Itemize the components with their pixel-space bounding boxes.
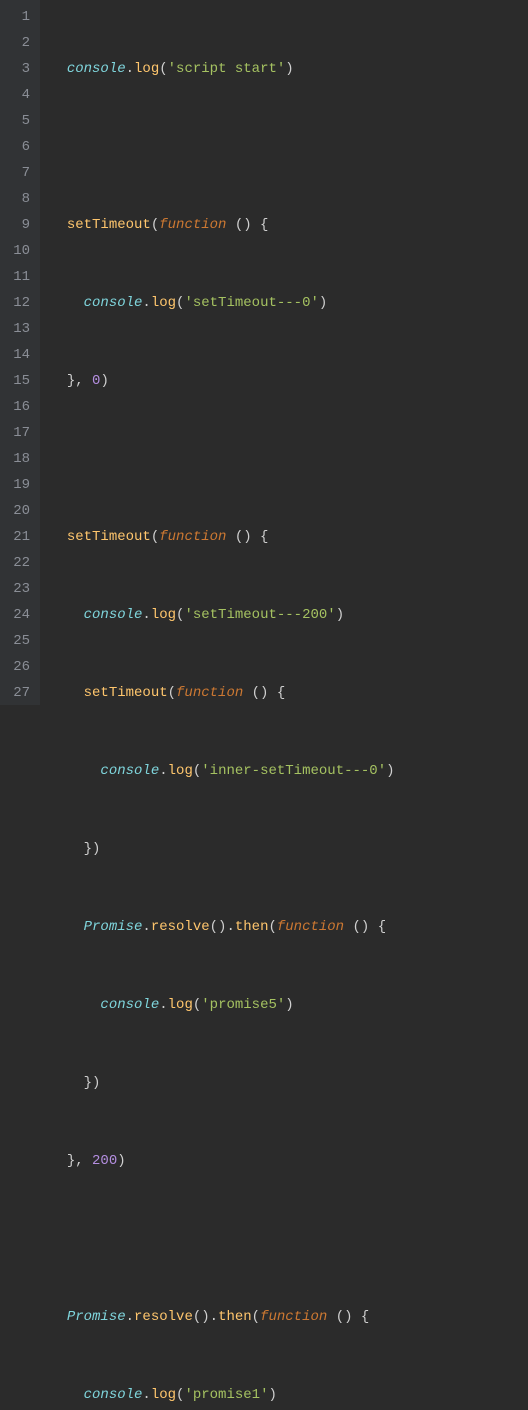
line-number: 24 bbox=[6, 602, 30, 628]
line-number-gutter: 1 2 3 4 5 6 7 8 9 10 11 12 13 14 15 16 1… bbox=[0, 0, 40, 705]
line-number: 4 bbox=[6, 82, 30, 108]
code-line[interactable]: }, 200) bbox=[50, 1148, 395, 1174]
line-number: 23 bbox=[6, 576, 30, 602]
code-line[interactable]: console.log('promise5') bbox=[50, 992, 395, 1018]
code-line[interactable]: Promise.resolve().then(function () { bbox=[50, 914, 395, 940]
line-number: 20 bbox=[6, 498, 30, 524]
line-number: 16 bbox=[6, 394, 30, 420]
line-number: 3 bbox=[6, 56, 30, 82]
code-line[interactable]: setTimeout(function () { bbox=[50, 680, 395, 706]
code-line[interactable]: console.log('setTimeout---200') bbox=[50, 602, 395, 628]
code-line[interactable]: console.log('promise1') bbox=[50, 1382, 395, 1408]
code-line[interactable]: }) bbox=[50, 836, 395, 862]
line-number: 17 bbox=[6, 420, 30, 446]
line-number: 13 bbox=[6, 316, 30, 342]
line-number: 7 bbox=[6, 160, 30, 186]
code-area[interactable]: console.log('script start') setTimeout(f… bbox=[40, 0, 395, 705]
line-number: 22 bbox=[6, 550, 30, 576]
line-number: 25 bbox=[6, 628, 30, 654]
code-line[interactable]: }, 0) bbox=[50, 368, 395, 394]
line-number: 6 bbox=[6, 134, 30, 160]
line-number: 21 bbox=[6, 524, 30, 550]
line-number: 2 bbox=[6, 30, 30, 56]
code-editor[interactable]: 1 2 3 4 5 6 7 8 9 10 11 12 13 14 15 16 1… bbox=[0, 0, 528, 705]
code-line[interactable] bbox=[50, 1226, 395, 1252]
code-line[interactable]: console.log('inner-setTimeout---0') bbox=[50, 758, 395, 784]
code-line[interactable] bbox=[50, 134, 395, 160]
line-number: 11 bbox=[6, 264, 30, 290]
line-number: 1 bbox=[6, 4, 30, 30]
line-number: 12 bbox=[6, 290, 30, 316]
code-line[interactable]: setTimeout(function () { bbox=[50, 212, 395, 238]
code-line[interactable]: console.log('script start') bbox=[50, 56, 395, 82]
line-number: 5 bbox=[6, 108, 30, 134]
line-number: 19 bbox=[6, 472, 30, 498]
code-line[interactable]: }) bbox=[50, 1070, 395, 1096]
line-number: 9 bbox=[6, 212, 30, 238]
code-line[interactable] bbox=[50, 446, 395, 472]
code-line[interactable]: console.log('setTimeout---0') bbox=[50, 290, 395, 316]
line-number: 10 bbox=[6, 238, 30, 264]
code-line[interactable]: setTimeout(function () { bbox=[50, 524, 395, 550]
line-number: 18 bbox=[6, 446, 30, 472]
line-number: 14 bbox=[6, 342, 30, 368]
line-number: 27 bbox=[6, 680, 30, 706]
line-number: 26 bbox=[6, 654, 30, 680]
code-line[interactable]: Promise.resolve().then(function () { bbox=[50, 1304, 395, 1330]
line-number: 15 bbox=[6, 368, 30, 394]
line-number: 8 bbox=[6, 186, 30, 212]
